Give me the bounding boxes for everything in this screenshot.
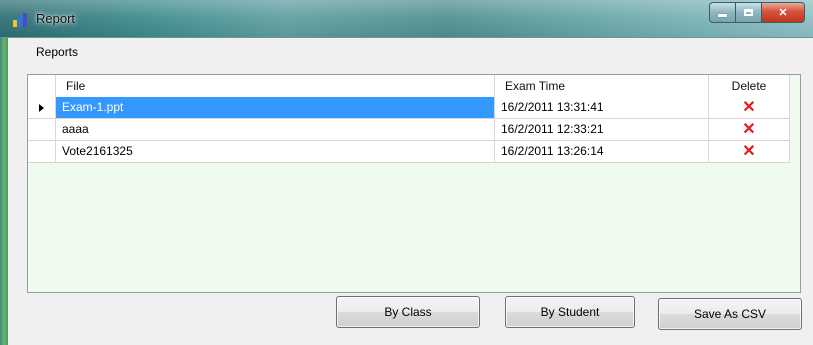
save-as-csv-button[interactable]: Save As CSV	[658, 298, 802, 330]
maximize-icon	[744, 9, 753, 16]
table-row[interactable]: Exam-1.ppt 16/2/2011 13:31:41 ✕	[28, 97, 790, 119]
column-header-exam-time[interactable]: Exam Time	[495, 75, 709, 97]
minimize-button[interactable]	[709, 2, 736, 23]
report-grid[interactable]: File Exam Time Delete Exam-1.ppt 16/2/20…	[27, 74, 801, 293]
exam-time-cell[interactable]: 16/2/2011 12:33:21	[495, 119, 709, 140]
file-cell[interactable]: aaaa	[56, 119, 495, 140]
maximize-button[interactable]	[736, 2, 762, 23]
row-header[interactable]	[28, 97, 56, 118]
table-row[interactable]: Vote2161325 16/2/2011 13:26:14 ✕	[28, 141, 790, 163]
grid-body: Exam-1.ppt 16/2/2011 13:31:41 ✕ aaaa 16/…	[28, 97, 790, 163]
window-controls: ✕	[709, 2, 805, 23]
row-header-corner[interactable]	[28, 75, 56, 97]
exam-time-cell[interactable]: 16/2/2011 13:26:14	[495, 141, 709, 162]
delete-icon[interactable]: ✕	[742, 141, 755, 162]
grid-header: File Exam Time Delete	[28, 75, 790, 98]
delete-cell[interactable]: ✕	[709, 141, 790, 162]
exam-time-cell[interactable]: 16/2/2011 13:31:41	[495, 97, 709, 118]
window-title: Report	[36, 11, 76, 26]
row-header[interactable]	[28, 141, 56, 162]
column-header-delete[interactable]: Delete	[709, 75, 790, 97]
delete-icon[interactable]: ✕	[742, 119, 755, 140]
window-left-edge	[0, 38, 8, 345]
file-cell[interactable]: Vote2161325	[56, 141, 495, 162]
by-student-button[interactable]: By Student	[505, 296, 635, 328]
close-button[interactable]: ✕	[762, 2, 805, 23]
delete-cell[interactable]: ✕	[709, 97, 790, 118]
bar-chart-icon	[13, 13, 29, 27]
table-row[interactable]: aaaa 16/2/2011 12:33:21 ✕	[28, 119, 790, 141]
close-icon: ✕	[778, 7, 788, 19]
title-bar-glass	[0, 0, 813, 38]
column-header-file[interactable]: File	[56, 75, 495, 97]
delete-cell[interactable]: ✕	[709, 119, 790, 140]
report-window: Report ✕ Reports File Exam Time Delete E…	[0, 0, 813, 345]
by-class-button[interactable]: By Class	[336, 296, 480, 328]
minimize-icon	[718, 14, 727, 17]
delete-icon[interactable]: ✕	[742, 97, 755, 118]
current-row-arrow-icon	[39, 103, 44, 112]
title-bar[interactable]: Report ✕	[0, 0, 813, 38]
row-header[interactable]	[28, 119, 56, 140]
menu-item-reports[interactable]: Reports	[36, 45, 78, 59]
file-cell[interactable]: Exam-1.ppt	[56, 97, 495, 118]
